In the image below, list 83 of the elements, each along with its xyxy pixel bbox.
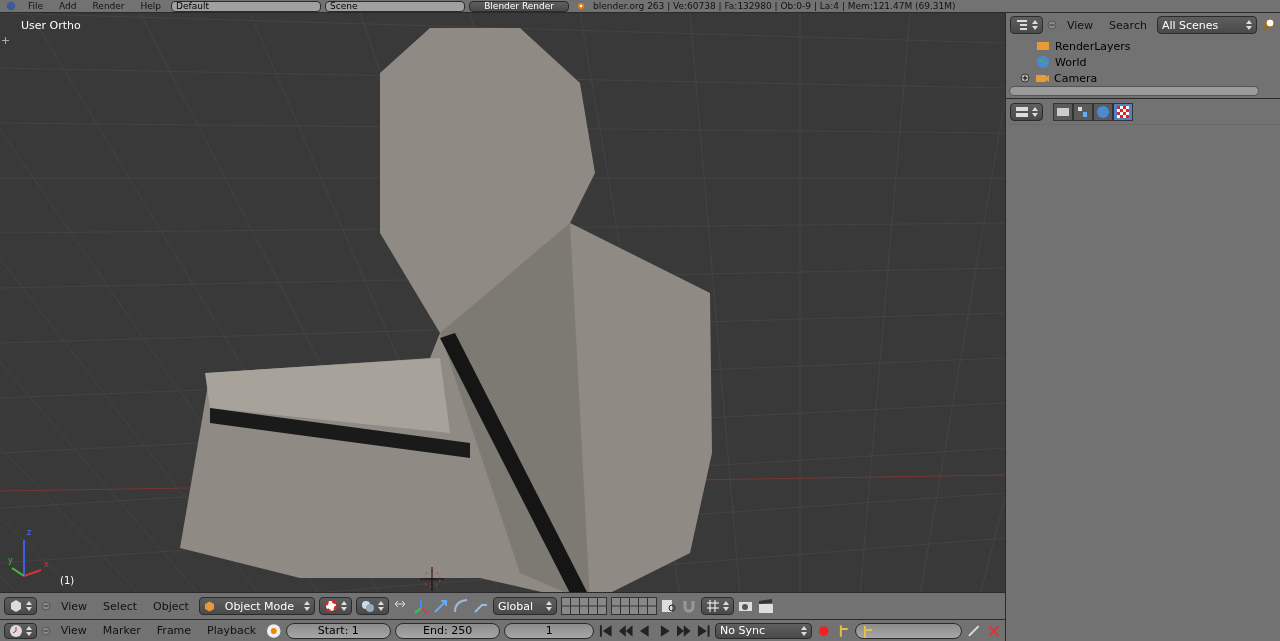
axis-label: x: [44, 560, 49, 569]
layer-grid-icon[interactable]: [610, 597, 657, 615]
up-down-arrows-icon: [377, 601, 384, 611]
menu-item[interactable]: View: [54, 624, 93, 637]
properties-icon[interactable]: [1015, 104, 1029, 119]
frame-number-label: (1): [60, 575, 75, 586]
pivot-dropdown[interactable]: [318, 597, 352, 615]
world-icon: [1096, 104, 1110, 119]
clock-icon[interactable]: [9, 623, 23, 638]
editor-type-button[interactable]: [1010, 16, 1043, 34]
menu-item[interactable]: Help: [134, 1, 168, 11]
render-tab[interactable]: [1053, 102, 1073, 121]
scrollbar[interactable]: [1009, 86, 1259, 96]
axis-gizmo-icon: [11, 539, 42, 577]
3d-cursor-icon: [419, 566, 445, 592]
up-down-arrows-icon: [26, 625, 32, 636]
menu-item[interactable]: Object: [147, 599, 195, 613]
up-down-arrows-icon: [545, 601, 552, 611]
editor-type-button[interactable]: [4, 622, 37, 639]
menu-item[interactable]: Select: [97, 599, 144, 613]
start-frame-field[interactable]: Start: 1: [285, 622, 391, 639]
expand-icon[interactable]: [1020, 73, 1030, 83]
transport-icon[interactable]: [695, 622, 712, 639]
editor-type-button[interactable]: [4, 597, 37, 615]
scene-dropdown[interactable]: Scene: [325, 0, 466, 12]
scene-filter-dropdown[interactable]: All Scenes: [1156, 16, 1257, 34]
sync-dropdown[interactable]: No Sync: [715, 622, 813, 639]
render-engine-dropdown[interactable]: Blender Render: [469, 0, 570, 12]
view-name-label: User Ortho: [21, 19, 81, 32]
menu-item[interactable]: View: [55, 599, 94, 613]
end-frame-field[interactable]: End: 250: [395, 622, 501, 639]
circles-icon[interactable]: [360, 599, 375, 613]
outliner-item[interactable]: World: [1055, 55, 1087, 69]
axis-label: z: [27, 528, 32, 537]
scene-statistics: blender.org 263 | Ve:60738 | Fa:132980 | Ob:0-9 | La:4 | Mem:121.47M (69.31M): [593, 1, 956, 11]
outliner-item[interactable]: RenderLayers: [1055, 39, 1131, 53]
current-frame-field[interactable]: 1: [504, 622, 595, 639]
lifebuoy-icon[interactable]: [323, 599, 338, 613]
plus-icon[interactable]: [2, 37, 9, 44]
axes-icon[interactable]: [412, 598, 429, 614]
cube-icon[interactable]: [9, 599, 23, 613]
arc-icon[interactable]: [452, 598, 469, 614]
transport-icon[interactable]: [598, 622, 614, 639]
menu-item[interactable]: Marker: [96, 624, 147, 637]
texture-tab[interactable]: [1113, 102, 1133, 121]
outliner-item[interactable]: Camera: [1054, 71, 1098, 85]
layout-dropdown[interactable]: Default: [171, 0, 322, 12]
collapse-icon[interactable]: [41, 625, 51, 636]
grid-snap-icon[interactable]: [705, 599, 720, 613]
up-down-arrows-icon: [26, 601, 32, 611]
list-icon[interactable]: [1015, 18, 1029, 32]
menu-item[interactable]: Add: [53, 1, 83, 11]
clapperboard-icon[interactable]: [757, 598, 774, 614]
editor-type-button[interactable]: [1010, 102, 1043, 121]
texture-icon: [1116, 104, 1130, 119]
up-down-arrows-icon: [340, 601, 347, 611]
menu-item[interactable]: Search: [1103, 18, 1153, 32]
menu-item[interactable]: Render: [86, 1, 131, 11]
manipulator-dropdown[interactable]: [355, 597, 389, 615]
layers-tab[interactable]: [1073, 102, 1093, 121]
mode-dropdown[interactable]: Object Mode: [198, 597, 315, 615]
transport-icon[interactable]: [617, 622, 634, 639]
keying-set-field[interactable]: [855, 622, 963, 639]
layer-grid-icon[interactable]: [560, 597, 607, 615]
up-down-arrows-icon: [1245, 20, 1252, 30]
collapse-icon[interactable]: [41, 601, 51, 611]
world-tab[interactable]: [1093, 102, 1113, 121]
menu-item[interactable]: View: [1061, 18, 1100, 32]
axis-label: y: [8, 556, 13, 565]
up-down-arrows-icon: [303, 601, 310, 611]
up-down-arrows-icon: [1032, 20, 1038, 30]
collapse-icon[interactable]: [1047, 20, 1057, 30]
orientation-dropdown[interactable]: Global: [492, 597, 557, 615]
search-icon[interactable]: [1260, 17, 1277, 33]
up-down-arrows-icon: [722, 601, 729, 611]
up-down-arrows-icon: [801, 625, 808, 636]
cube-icon: [203, 600, 215, 612]
snap-dropdown[interactable]: [700, 597, 734, 615]
up-down-arrows-icon: [1032, 106, 1038, 117]
menu-item[interactable]: Playback: [201, 624, 263, 637]
menu-item[interactable]: Frame: [150, 624, 198, 637]
menu-item[interactable]: File: [22, 1, 50, 11]
arrow-icon[interactable]: [432, 598, 449, 614]
